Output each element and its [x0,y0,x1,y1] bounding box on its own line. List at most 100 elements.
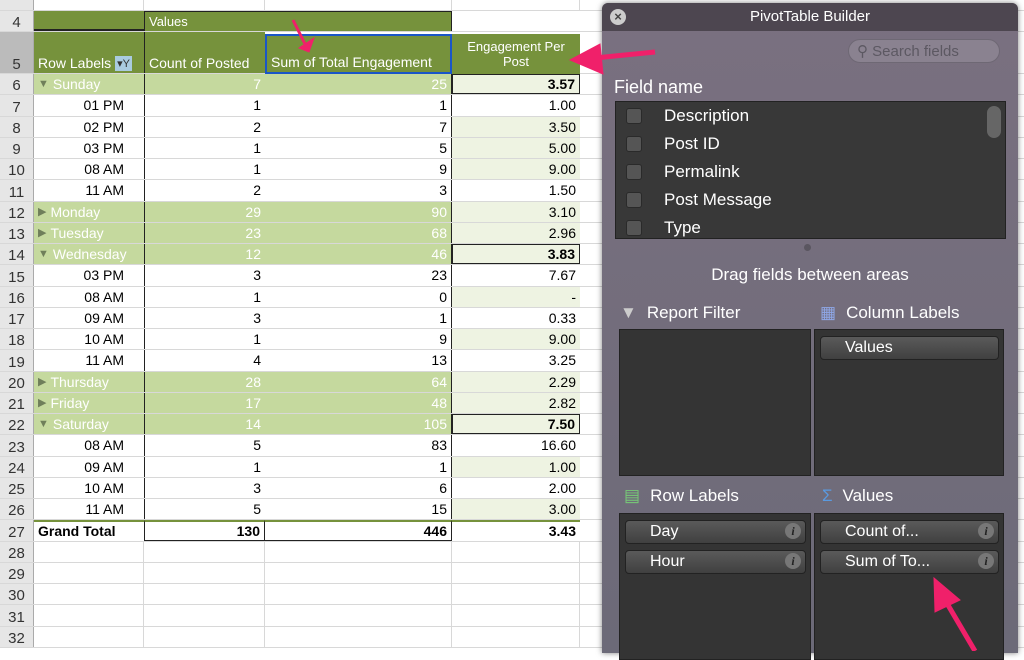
row-header[interactable]: 16 [0,286,34,307]
sum-cell[interactable]: 23 [265,265,452,286]
field-item[interactable]: Type [616,214,1005,238]
engagement-cell[interactable]: 16.60 [452,435,580,455]
row-header[interactable]: 27 [0,520,34,541]
engagement-cell[interactable]: 9.00 [452,159,580,180]
engagement-cell[interactable]: - [452,286,580,307]
expand-triangle-icon[interactable]: ▶ [38,375,46,388]
grand-total-engagement[interactable]: 3.43 [452,520,580,540]
field-item[interactable]: Description [616,102,1005,130]
count-cell[interactable]: 3 [144,307,265,328]
count-cell[interactable]: 28 [144,371,265,392]
day-row-label[interactable]: ▶ Tuesday [34,222,144,243]
info-icon[interactable]: i [978,553,994,569]
row-header[interactable]: 14 [0,244,34,265]
column-field-values[interactable]: Values [820,336,999,360]
empty-cell[interactable] [452,584,580,605]
sum-cell[interactable]: 1 [265,456,452,477]
engagement-cell[interactable]: 1.00 [452,95,580,115]
field-checkbox[interactable] [626,164,642,180]
sum-cell[interactable]: 13 [265,350,452,371]
count-cell[interactable]: 2 [144,180,265,201]
expand-triangle-icon[interactable]: ▶ [38,396,46,409]
empty-cell[interactable] [452,0,580,11]
engagement-cell[interactable]: 0.33 [452,308,580,328]
engagement-cell[interactable]: 2.82 [452,392,580,413]
engagement-cell[interactable]: 7.67 [452,265,580,285]
row-header[interactable]: 4 [0,11,34,31]
row-header[interactable]: 11 [0,180,34,201]
row-header[interactable]: 6 [0,74,34,95]
row-header[interactable]: 17 [0,307,34,328]
engagement-cell[interactable]: 3.83 [452,244,580,265]
row-header[interactable]: 31 [0,605,34,626]
engagement-cell[interactable]: 3.25 [452,350,580,370]
field-item[interactable]: Permalink [616,158,1005,186]
row-labels-area[interactable]: Day i Hour i [619,513,811,660]
empty-cell[interactable] [144,562,265,583]
field-checkbox[interactable] [626,108,642,124]
empty-cell[interactable] [34,562,144,583]
sum-cell[interactable]: 6 [265,477,452,498]
values-area[interactable]: Count of... i Sum of To... i [814,513,1004,660]
collapse-triangle-icon[interactable]: ▼ [38,78,49,90]
expand-triangle-icon[interactable]: ▶ [38,226,46,239]
empty-cell[interactable] [144,541,265,562]
row-header[interactable]: 12 [0,201,34,222]
engagement-cell[interactable]: 7.50 [452,414,580,435]
count-cell[interactable]: 12 [144,244,265,265]
info-icon[interactable]: i [785,553,801,569]
empty-cell[interactable] [265,584,452,605]
count-cell[interactable]: 1 [144,95,265,116]
empty-cell[interactable] [452,626,580,647]
row-header[interactable]: 20 [0,371,34,392]
empty-cell[interactable] [265,0,452,11]
close-icon[interactable]: × [610,9,626,25]
column-labels-area[interactable]: Values [814,329,1004,476]
count-cell[interactable]: 3 [144,265,265,286]
engagement-cell[interactable]: 3.10 [452,201,580,222]
sum-header[interactable]: Sum of Total Engagement [265,34,452,74]
value-field-sum[interactable]: Sum of To... i [820,550,999,574]
row-header[interactable]: 7 [0,95,34,116]
empty-cell[interactable] [265,626,452,647]
sum-cell[interactable]: 25 [265,74,452,95]
grand-total-count[interactable]: 130 [144,520,265,541]
count-cell[interactable]: 5 [144,499,265,520]
sum-cell[interactable]: 1 [265,307,452,328]
field-checkbox[interactable] [626,136,642,152]
sum-cell[interactable]: 0 [265,286,452,307]
day-row-label[interactable]: ▶ Monday [34,201,144,222]
engagement-cell[interactable]: 3.57 [452,74,580,95]
row-field-hour[interactable]: Hour i [625,550,806,574]
day-row-label[interactable]: ▼ Sunday [34,74,144,95]
count-cell[interactable]: 1 [144,159,265,180]
row-header[interactable]: 8 [0,116,34,137]
row-header[interactable]: 13 [0,222,34,243]
engagement-cell[interactable]: 1.50 [452,180,580,200]
report-filter-area[interactable] [619,329,811,476]
value-field-count[interactable]: Count of... i [820,520,999,544]
empty-cell[interactable] [452,541,580,562]
engagement-cell[interactable]: 3.00 [452,499,580,520]
count-cell[interactable]: 7 [144,74,265,95]
day-row-label[interactable]: ▼ Saturday [34,414,144,435]
count-cell[interactable]: 23 [144,222,265,243]
grand-total-sum[interactable]: 446 [265,520,452,541]
row-header[interactable]: 19 [0,350,34,371]
field-checkbox[interactable] [626,192,642,208]
empty-cell[interactable] [452,562,580,583]
row-header[interactable]: 10 [0,159,34,180]
empty-cell[interactable] [34,584,144,605]
count-cell[interactable]: 2 [144,116,265,137]
field-checkbox[interactable] [626,220,642,236]
sum-cell[interactable]: 68 [265,222,452,243]
collapse-triangle-icon[interactable]: ▼ [38,418,49,430]
count-cell[interactable]: 3 [144,477,265,498]
day-row-label[interactable]: ▼ Wednesday [34,244,144,265]
empty-cell[interactable] [265,605,452,626]
engagement-cell[interactable]: 2.29 [452,371,580,392]
resize-handle[interactable] [804,244,811,251]
empty-cell[interactable] [452,605,580,626]
sum-cell[interactable]: 7 [265,116,452,137]
count-cell[interactable]: 29 [144,201,265,222]
